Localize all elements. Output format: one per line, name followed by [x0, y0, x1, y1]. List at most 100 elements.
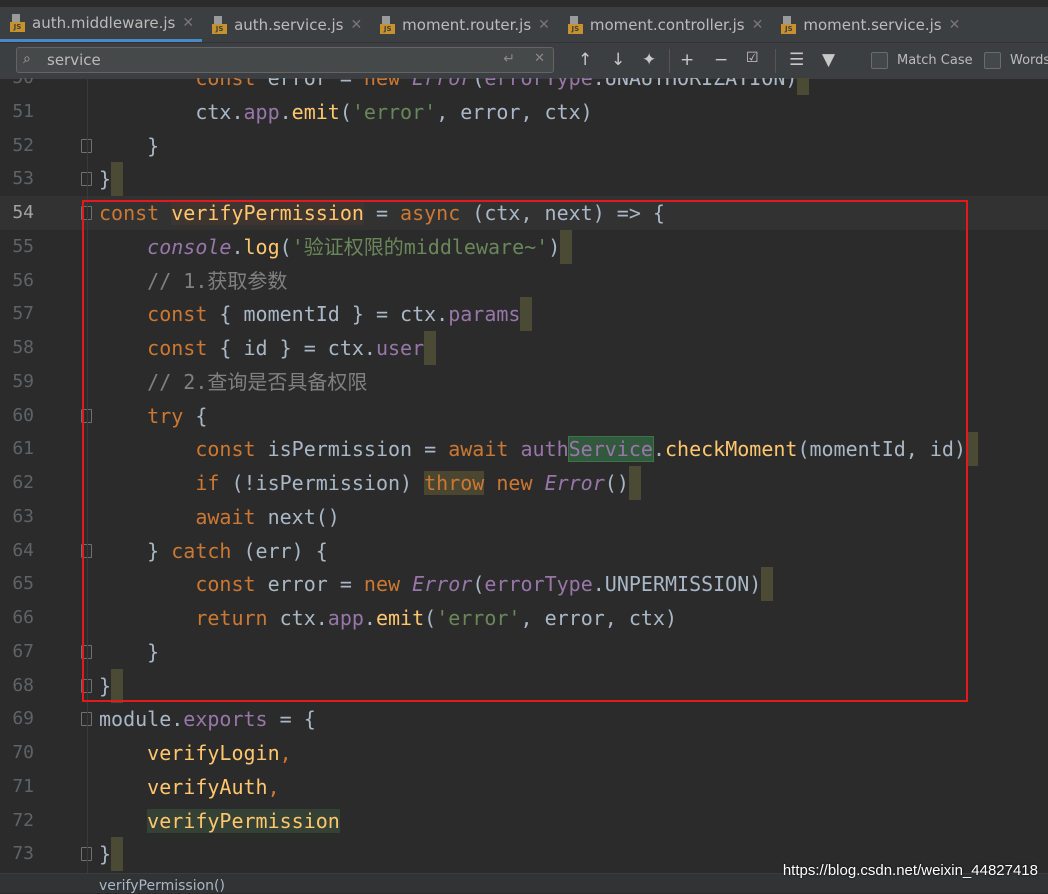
code-text: const error = new Error(errorType.UNAUTH…	[99, 78, 810, 95]
highlight-box	[82, 200, 968, 702]
remove-selection-icon[interactable]: −	[714, 50, 728, 70]
code-token: 'error'	[351, 99, 437, 124]
search-icon[interactable]: ⌕	[23, 51, 31, 67]
add-selection-icon[interactable]: +	[680, 50, 694, 70]
code-text: verifyAuth,	[99, 770, 279, 804]
filter-lines-icon[interactable]: ☰	[789, 50, 804, 70]
divider	[669, 49, 670, 73]
code-token: Error	[412, 78, 473, 90]
find-bar: ⌕ ↵ ✕ ↑ ↓ ✦ + − ☑ ☰ ▼ Match Case Words	[0, 42, 1048, 79]
code-line[interactable]: 70 verifyLogin,	[0, 736, 1048, 770]
code-token: }	[99, 133, 160, 158]
code-token: ,	[279, 741, 292, 765]
tab-auth-middleware-js[interactable]: JS auth.middleware.js ✕	[0, 7, 203, 42]
watermark: https://blog.csdn.net/weixin_44827418	[782, 862, 1038, 879]
pin-icon[interactable]: ✦	[642, 50, 656, 70]
checkbox-box[interactable]	[871, 52, 888, 69]
line-number: 54	[12, 202, 34, 223]
brace-match-marker	[797, 78, 810, 95]
code-token: , error, ctx)	[436, 99, 593, 124]
code-text: }	[99, 129, 159, 163]
code-token: verifyAuth	[147, 774, 268, 799]
code-line[interactable]: 53}	[0, 162, 1048, 197]
js-file-icon: JS	[781, 15, 797, 34]
code-token: app	[243, 99, 280, 124]
code-text: module.exports = {	[99, 702, 316, 736]
js-file-icon: JS	[10, 14, 26, 32]
line-number: 73	[12, 843, 34, 865]
line-number: 68	[12, 674, 34, 696]
tab-auth-service-js[interactable]: JS auth.service.js ✕	[202, 7, 370, 42]
code-token: new	[363, 78, 401, 90]
code-token: (	[339, 99, 352, 124]
brace-match-marker	[111, 162, 124, 197]
code-token: errorType	[484, 78, 593, 90]
brace-match-marker	[111, 837, 124, 872]
line-number: 55	[12, 235, 34, 257]
previous-occurrence-icon[interactable]: ↑	[578, 50, 592, 70]
close-icon[interactable]: ✕	[949, 17, 961, 33]
search-field[interactable]: ⌕ ↵ ✕	[16, 47, 554, 73]
code-line[interactable]: 69 module.exports = {	[0, 702, 1048, 736]
line-number: 67	[12, 640, 34, 662]
tab-label: auth.service.js	[234, 15, 344, 34]
code-text: verifyLogin,	[99, 736, 292, 770]
code-text: }	[99, 837, 124, 872]
search-input[interactable]	[47, 50, 487, 70]
line-number: 61	[12, 438, 34, 460]
line-number: 53	[12, 168, 34, 190]
code-line[interactable]: 72 verifyPermission	[0, 804, 1048, 838]
close-icon[interactable]: ✕	[182, 15, 194, 31]
select-all-occurrences-icon[interactable]: ☑	[746, 50, 759, 66]
code-line[interactable]: 50 const error = new Error(errorType.UNA…	[0, 78, 1048, 95]
code-text: ctx.app.emit('error', error, ctx)	[99, 95, 593, 129]
code-token: .	[171, 707, 184, 732]
tab-moment-service-js[interactable]: JS moment.service.js ✕	[771, 7, 968, 42]
words-checkbox[interactable]: Words	[984, 52, 1048, 69]
line-number: 58	[12, 337, 34, 358]
code-text: }	[99, 162, 124, 197]
divider	[775, 49, 776, 73]
tab-label: auth.middleware.js	[32, 14, 176, 32]
code-text: verifyPermission	[99, 804, 340, 838]
code-token: (	[472, 78, 485, 90]
line-number: 69	[12, 708, 34, 730]
code-token: verifyPermission	[147, 808, 340, 833]
tab-moment-router-js[interactable]: JS moment.router.js ✕	[370, 7, 558, 42]
close-icon[interactable]: ✕	[752, 17, 764, 33]
clear-icon[interactable]: ✕	[534, 51, 545, 66]
code-token: = {	[267, 707, 316, 732]
code-line[interactable]: 71 verifyAuth,	[0, 770, 1048, 804]
code-line[interactable]: 51 ctx.app.emit('error', error, ctx)	[0, 95, 1048, 129]
code-token: }	[99, 167, 112, 192]
code-token: exports	[183, 707, 268, 732]
line-number: 51	[12, 100, 34, 122]
code-token: .UNAUTHORIZATION)	[592, 78, 798, 90]
line-number: 70	[12, 742, 34, 763]
close-icon[interactable]: ✕	[538, 17, 550, 33]
newline-icon[interactable]: ↵	[503, 51, 515, 67]
code-token: verifyLogin	[147, 741, 280, 765]
checkbox-box[interactable]	[984, 52, 1001, 69]
code-line[interactable]: 52 }	[0, 129, 1048, 163]
js-file-icon: JS	[567, 15, 584, 34]
match-case-checkbox[interactable]: Match Case	[871, 52, 973, 69]
line-number: 57	[12, 303, 34, 325]
line-number: 52	[12, 134, 34, 156]
editor-tabs: JS auth.middleware.js ✕ JS auth.service.js ✕ J…	[0, 0, 1048, 42]
line-number: 64	[12, 539, 34, 561]
filter-icon[interactable]: ▼	[822, 50, 835, 70]
tab-label: moment.controller.js	[589, 15, 745, 34]
tab-label: moment.service.js	[803, 15, 942, 34]
js-file-icon: JS	[212, 15, 228, 34]
code-token: .	[279, 99, 292, 124]
line-number: 50	[0, 78, 34, 95]
code-token: emit	[291, 99, 340, 124]
tab-moment-controller-js[interactable]: JS moment.controller.js ✕	[558, 7, 771, 42]
next-occurrence-icon[interactable]: ↓	[611, 50, 625, 70]
close-icon[interactable]: ✕	[350, 17, 362, 33]
